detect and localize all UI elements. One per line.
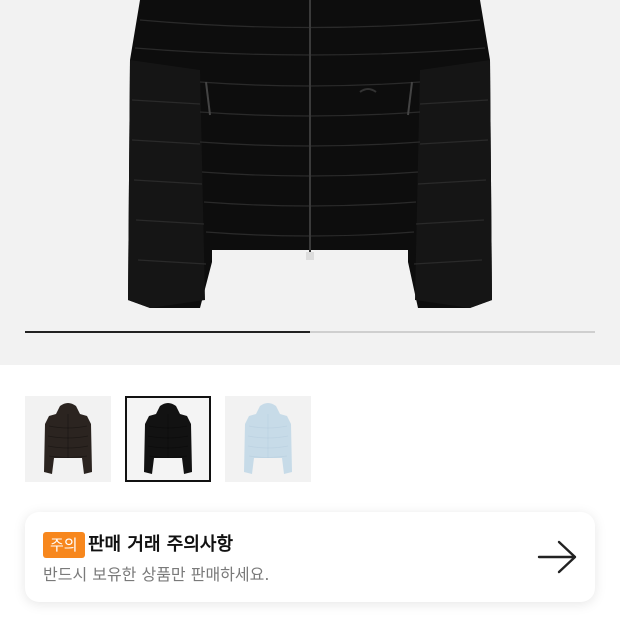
gallery-progress-fill [25,331,310,333]
arrow-right-icon[interactable] [537,540,577,574]
jacket-thumbnail-image [244,403,292,474]
jacket-image [128,0,492,308]
sales-notice-card[interactable]: 주의 판매 거래 주의사항 반드시 보유한 상품만 판매하세요. [25,512,595,602]
thumbnail-black[interactable] [125,396,211,482]
notice-badge: 주의 [43,532,85,558]
thumbnail-light-blue[interactable] [225,396,311,482]
gallery-progress-track [25,331,595,333]
jacket-thumbnail-image [44,403,92,474]
jacket-thumbnail-image [144,403,192,474]
notice-subtitle: 반드시 보유한 상품만 판매하세요. [43,565,270,584]
thumbnail-brown[interactable] [25,396,111,482]
product-image-gallery[interactable] [0,0,620,365]
thumbnail-list [25,396,311,482]
notice-title: 판매 거래 주의사항 [88,534,234,555]
